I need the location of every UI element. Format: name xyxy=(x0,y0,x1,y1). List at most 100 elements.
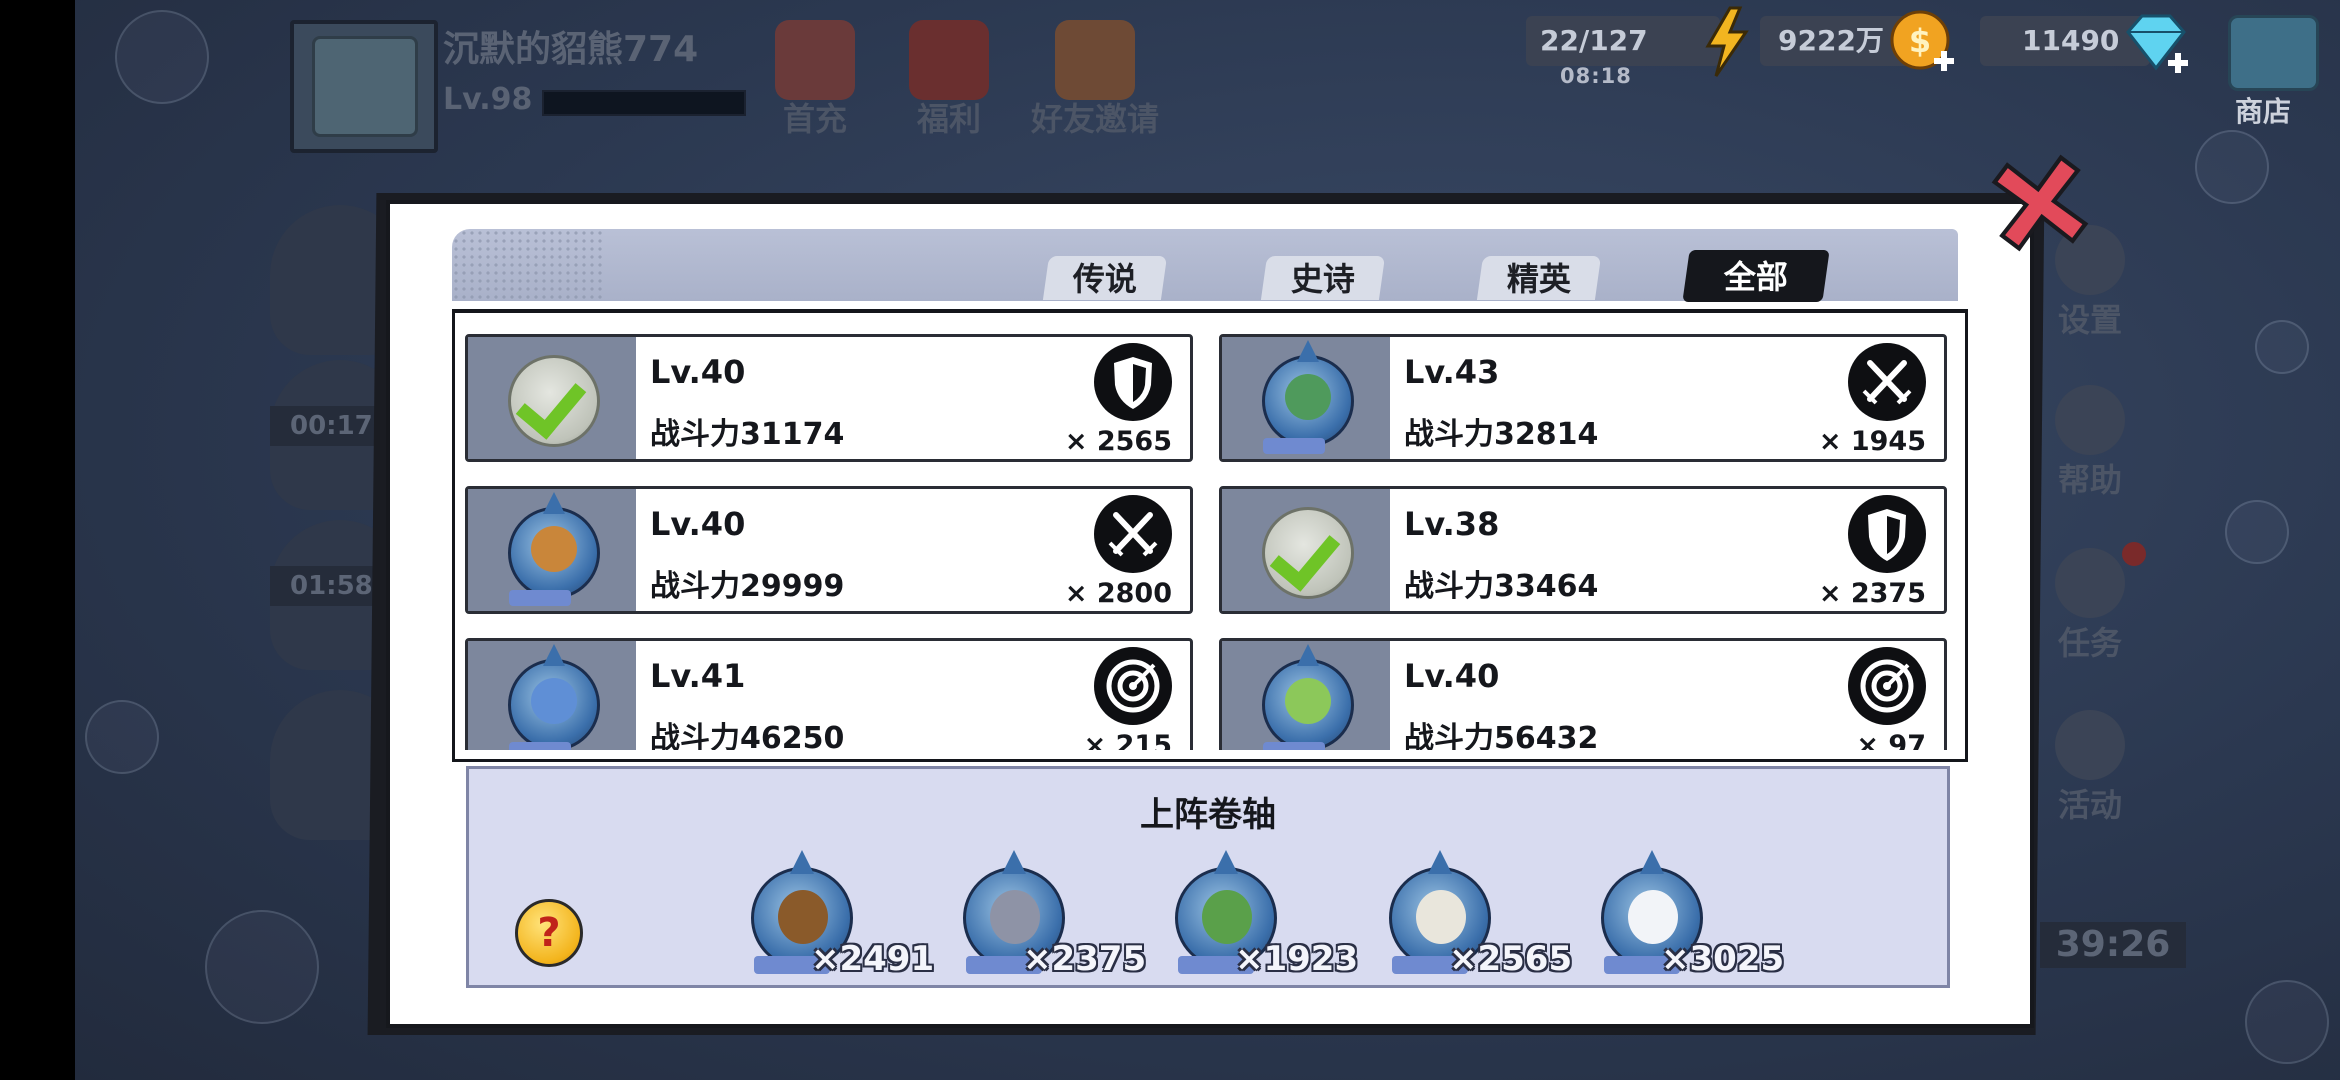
hero-count: × 2800 xyxy=(1064,578,1172,609)
help-label: 帮助 xyxy=(2057,461,2122,499)
invite-friends-label: 好友邀请 xyxy=(1030,100,1159,138)
hero-count: × 2375 xyxy=(1818,578,1926,609)
target-icon xyxy=(1094,647,1172,725)
player-level: Lv.98 xyxy=(443,82,533,117)
scroll-count: ×2565 xyxy=(1449,939,1573,979)
player-avatar[interactable] xyxy=(290,20,438,153)
xp-bar xyxy=(542,90,746,116)
red-envelope-icon xyxy=(909,20,989,100)
scroll-item[interactable]: ×2375 xyxy=(943,850,1146,979)
help-side-button[interactable]: 帮助 xyxy=(2040,385,2140,501)
tab-epic[interactable]: 史诗 xyxy=(1260,256,1386,300)
svg-text:$: $ xyxy=(1909,22,1931,60)
first-recharge-button[interactable]: 首充 xyxy=(760,20,870,138)
tab-epic-label: 史诗 xyxy=(1290,260,1355,298)
hero-level: Lv.40 xyxy=(1404,657,1500,695)
diamond-add-button[interactable] xyxy=(2120,10,2192,76)
crossed-swords-icon xyxy=(1094,495,1172,573)
lineup-scroll-panel: 上阵卷轴 ? ×2491 ×2375 ×1923 ×2565 ×3025 xyxy=(466,766,1950,988)
scroll-count: ×2375 xyxy=(1023,939,1147,979)
lion-hero-icon xyxy=(508,492,600,606)
tasks-button[interactable]: 任务 xyxy=(2040,548,2140,664)
scroll-item[interactable]: ×2565 xyxy=(1369,850,1572,979)
scroll-count: ×3025 xyxy=(1661,939,1785,979)
gold-value: 9222万 xyxy=(1778,24,1884,57)
selected-check-icon xyxy=(1262,507,1354,599)
shop-label: 商店 xyxy=(2235,95,2292,128)
hero-portrait xyxy=(1222,489,1390,611)
energy-timer: 08:18 xyxy=(1560,64,1632,88)
tab-all[interactable]: 全部 xyxy=(1682,250,1830,302)
bubble-decoration xyxy=(115,10,209,104)
tab-elite[interactable]: 精英 xyxy=(1476,256,1602,300)
hero-power: 战斗力46250 xyxy=(650,721,845,750)
invitation-icon xyxy=(1055,20,1135,100)
energy-value: 22/127 xyxy=(1540,24,1648,57)
invite-friends-button[interactable]: 好友邀请 xyxy=(1030,20,1160,138)
hero-list[interactable]: Lv.40 战斗力31174 × 2565 Lv.43 战斗力32814 × 1… xyxy=(462,330,1954,750)
bubble-decoration xyxy=(205,910,319,1024)
bubble-decoration xyxy=(2195,130,2269,204)
scroll-count: ×2491 xyxy=(811,939,935,979)
hero-level: Lv.38 xyxy=(1404,505,1500,543)
hero-portrait xyxy=(468,489,636,611)
selected-check-icon xyxy=(508,355,600,447)
hero-count: × 2565 xyxy=(1064,426,1172,457)
first-recharge-label: 首充 xyxy=(782,100,847,138)
scroll-item[interactable]: ×3025 xyxy=(1581,850,1784,979)
shield-icon xyxy=(1094,343,1172,421)
bubble-decoration xyxy=(2255,320,2309,374)
hero-level: Lv.40 xyxy=(650,353,746,391)
energy-counter: 22/127 xyxy=(1526,16,1720,66)
treasure-timer: 39:26 xyxy=(2040,922,2186,968)
hero-count: × 1945 xyxy=(1818,426,1926,457)
hero-card[interactable]: Lv.43 战斗力32814 × 1945 xyxy=(1219,334,1947,462)
close-icon[interactable] xyxy=(1985,148,2095,258)
scroll-item[interactable]: ×2491 xyxy=(731,850,934,979)
hero-card[interactable]: Lv.40 战斗力31174 × 2565 xyxy=(465,334,1193,462)
tab-legend-label: 传说 xyxy=(1072,260,1137,298)
bubble-decoration xyxy=(2245,980,2329,1064)
notification-dot xyxy=(2122,542,2146,566)
hero-level: Lv.40 xyxy=(650,505,746,543)
welfare-button[interactable]: 福利 xyxy=(894,20,1004,138)
gold-add-button[interactable]: $ xyxy=(1888,8,1958,78)
diamond-value: 11490 xyxy=(2022,24,2120,57)
tasks-icon xyxy=(2055,548,2125,618)
elf-hero-icon xyxy=(1262,644,1354,750)
events-button[interactable]: 活动 xyxy=(2040,710,2140,826)
tasks-label: 任务 xyxy=(2057,624,2122,662)
avatar-portrait xyxy=(312,36,418,137)
welfare-label: 福利 xyxy=(916,100,981,138)
shield-icon xyxy=(1848,495,1926,573)
scroll-panel-title: 上阵卷轴 xyxy=(1140,795,1276,835)
hero-card[interactable]: Lv.41 战斗力46250 × 215 xyxy=(465,638,1193,750)
hero-portrait xyxy=(1222,337,1390,459)
shop-icon[interactable] xyxy=(2228,15,2319,91)
scroll-count: ×1923 xyxy=(1235,939,1359,979)
hero-level: Lv.43 xyxy=(1404,353,1500,391)
hero-power: 战斗力31174 xyxy=(650,417,845,452)
player-name: 沉默的貂熊774 xyxy=(443,29,699,70)
help-button[interactable]: ? xyxy=(515,899,583,967)
bubble-decoration xyxy=(85,700,159,774)
bubble-decoration xyxy=(2225,500,2289,564)
gift-icon xyxy=(775,20,855,100)
dragon-hero-icon xyxy=(508,644,600,750)
hero-power: 战斗力32814 xyxy=(1404,417,1599,452)
hero-card[interactable]: Lv.40 战斗力56432 × 97 xyxy=(1219,638,1947,750)
tab-elite-label: 精英 xyxy=(1506,260,1571,298)
question-icon xyxy=(2055,385,2125,455)
crossed-swords-icon xyxy=(1848,343,1926,421)
lightning-icon xyxy=(1705,6,1749,77)
hero-card[interactable]: Lv.38 战斗力33464 × 2375 xyxy=(1219,486,1947,614)
scroll-item[interactable]: ×1923 xyxy=(1155,850,1358,979)
hero-card[interactable]: Lv.40 战斗力29999 × 2800 xyxy=(465,486,1193,614)
tab-legend[interactable]: 传说 xyxy=(1042,256,1168,300)
settings-label: 设置 xyxy=(2057,301,2122,339)
hero-portrait xyxy=(468,337,636,459)
hero-count: × 97 xyxy=(1856,730,1926,750)
hero-count: × 215 xyxy=(1083,730,1172,750)
target-icon xyxy=(1848,647,1926,725)
hero-portrait xyxy=(1222,641,1390,750)
